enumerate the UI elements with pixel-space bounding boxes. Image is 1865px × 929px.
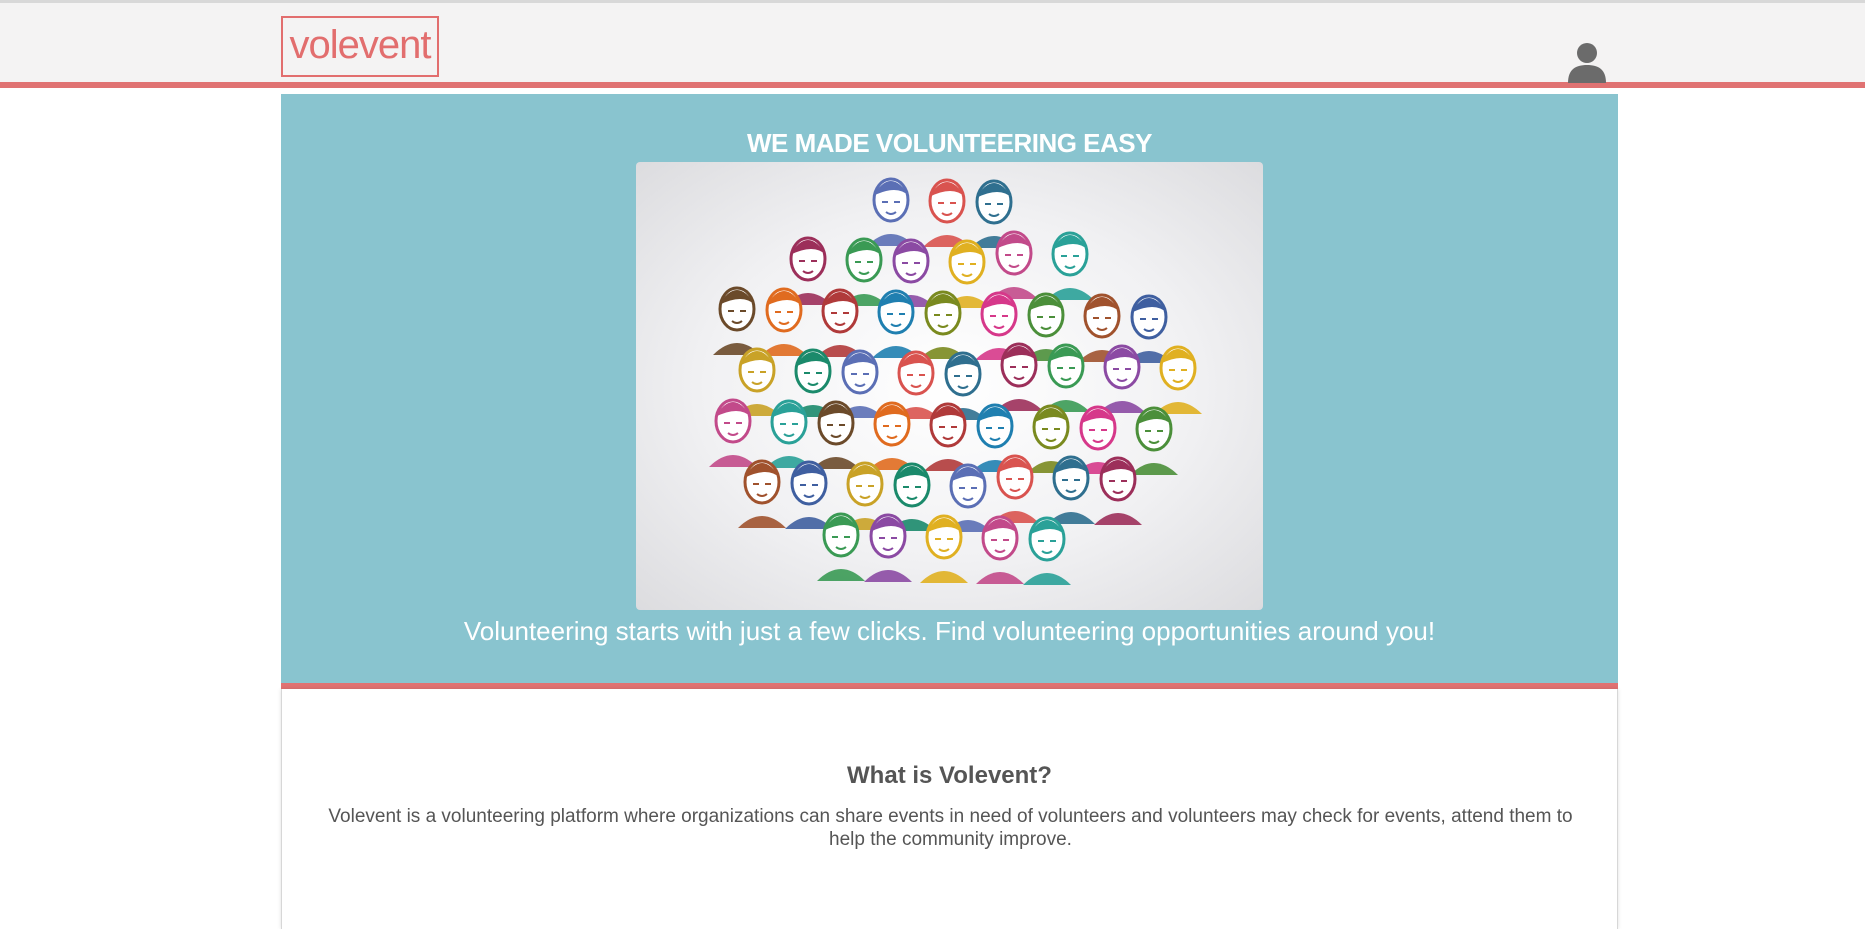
illustration-crowd-of-diverse-people-icon [709,177,1202,585]
face-figure [923,178,971,247]
hero-illustration [636,162,1263,610]
volevent-logo[interactable]: volevent [281,16,439,77]
face-figure [1046,231,1094,300]
face-figure [867,177,915,246]
user-profile-button[interactable] [1564,39,1610,85]
face-figure [738,459,786,528]
top-navbar: volevent [0,0,1865,88]
user-icon [1568,43,1606,83]
face-figure [1023,516,1071,585]
face-figure [713,286,761,355]
face-figure [785,460,833,529]
about-title: What is Volevent? [847,762,1052,789]
hero-banner: WE MADE VOLUNTEERING EASY Volunteering s… [281,94,1618,689]
face-figure [1130,406,1178,475]
hero-title: WE MADE VOLUNTEERING EASY [747,128,1152,158]
about-section: What is Volevent? Volevent is a voluntee… [281,689,1618,929]
about-description: Volevent is a volunteering platform wher… [328,806,1573,850]
hero-subtitle: Volunteering starts with just a few clic… [463,616,1436,646]
